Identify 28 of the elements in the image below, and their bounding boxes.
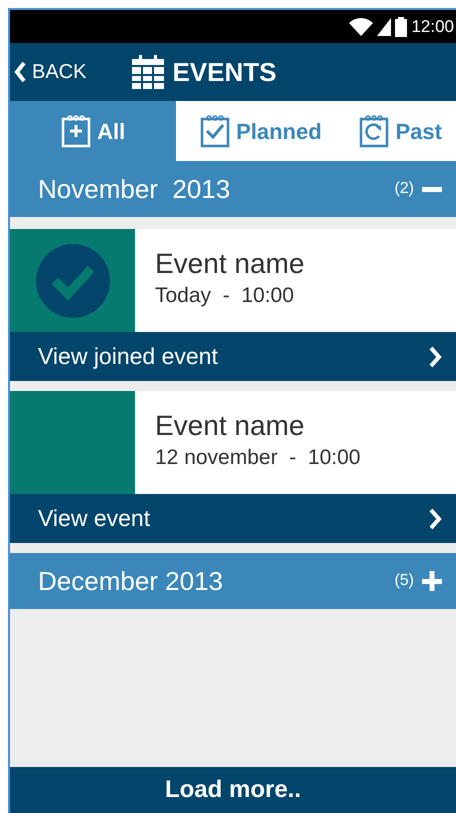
- plus-icon: [422, 571, 442, 591]
- calendar-icon: [132, 55, 164, 89]
- load-more-button[interactable]: Load more..: [10, 767, 456, 813]
- status-time: 12:00: [411, 16, 454, 38]
- tab[interactable]: Planned: [176, 101, 346, 161]
- tab[interactable]: All: [10, 101, 176, 161]
- screen-title: EVENTS: [172, 56, 276, 88]
- checkmark-circle-icon: [34, 242, 110, 318]
- calendar-refresh-icon: [359, 114, 390, 148]
- section-header[interactable]: December 2013 (5): [10, 553, 456, 609]
- battery-icon: [395, 16, 408, 36]
- event-name: Event name: [155, 249, 304, 280]
- back-button[interactable]: BACK: [10, 57, 86, 87]
- section-header[interactable]: November 2013 (2): [10, 161, 456, 217]
- tab[interactable]: Past: [345, 101, 456, 161]
- chevron-right-icon: [428, 346, 442, 368]
- signal-icon: [377, 18, 392, 36]
- event-link[interactable]: View event: [10, 494, 456, 543]
- minus-icon: [422, 186, 442, 192]
- calendar-check-icon: [200, 114, 230, 148]
- chevron-left-icon: [14, 61, 26, 83]
- event-time: Today - 10:00: [155, 283, 295, 310]
- event-name: Event name: [155, 411, 306, 442]
- calendar-plus-icon: [61, 114, 92, 148]
- chevron-right-icon: [428, 508, 442, 530]
- wifi-icon: [349, 18, 374, 36]
- event-time: 12 november - 10:00: [155, 445, 360, 472]
- event-link[interactable]: View joined event: [10, 332, 456, 381]
